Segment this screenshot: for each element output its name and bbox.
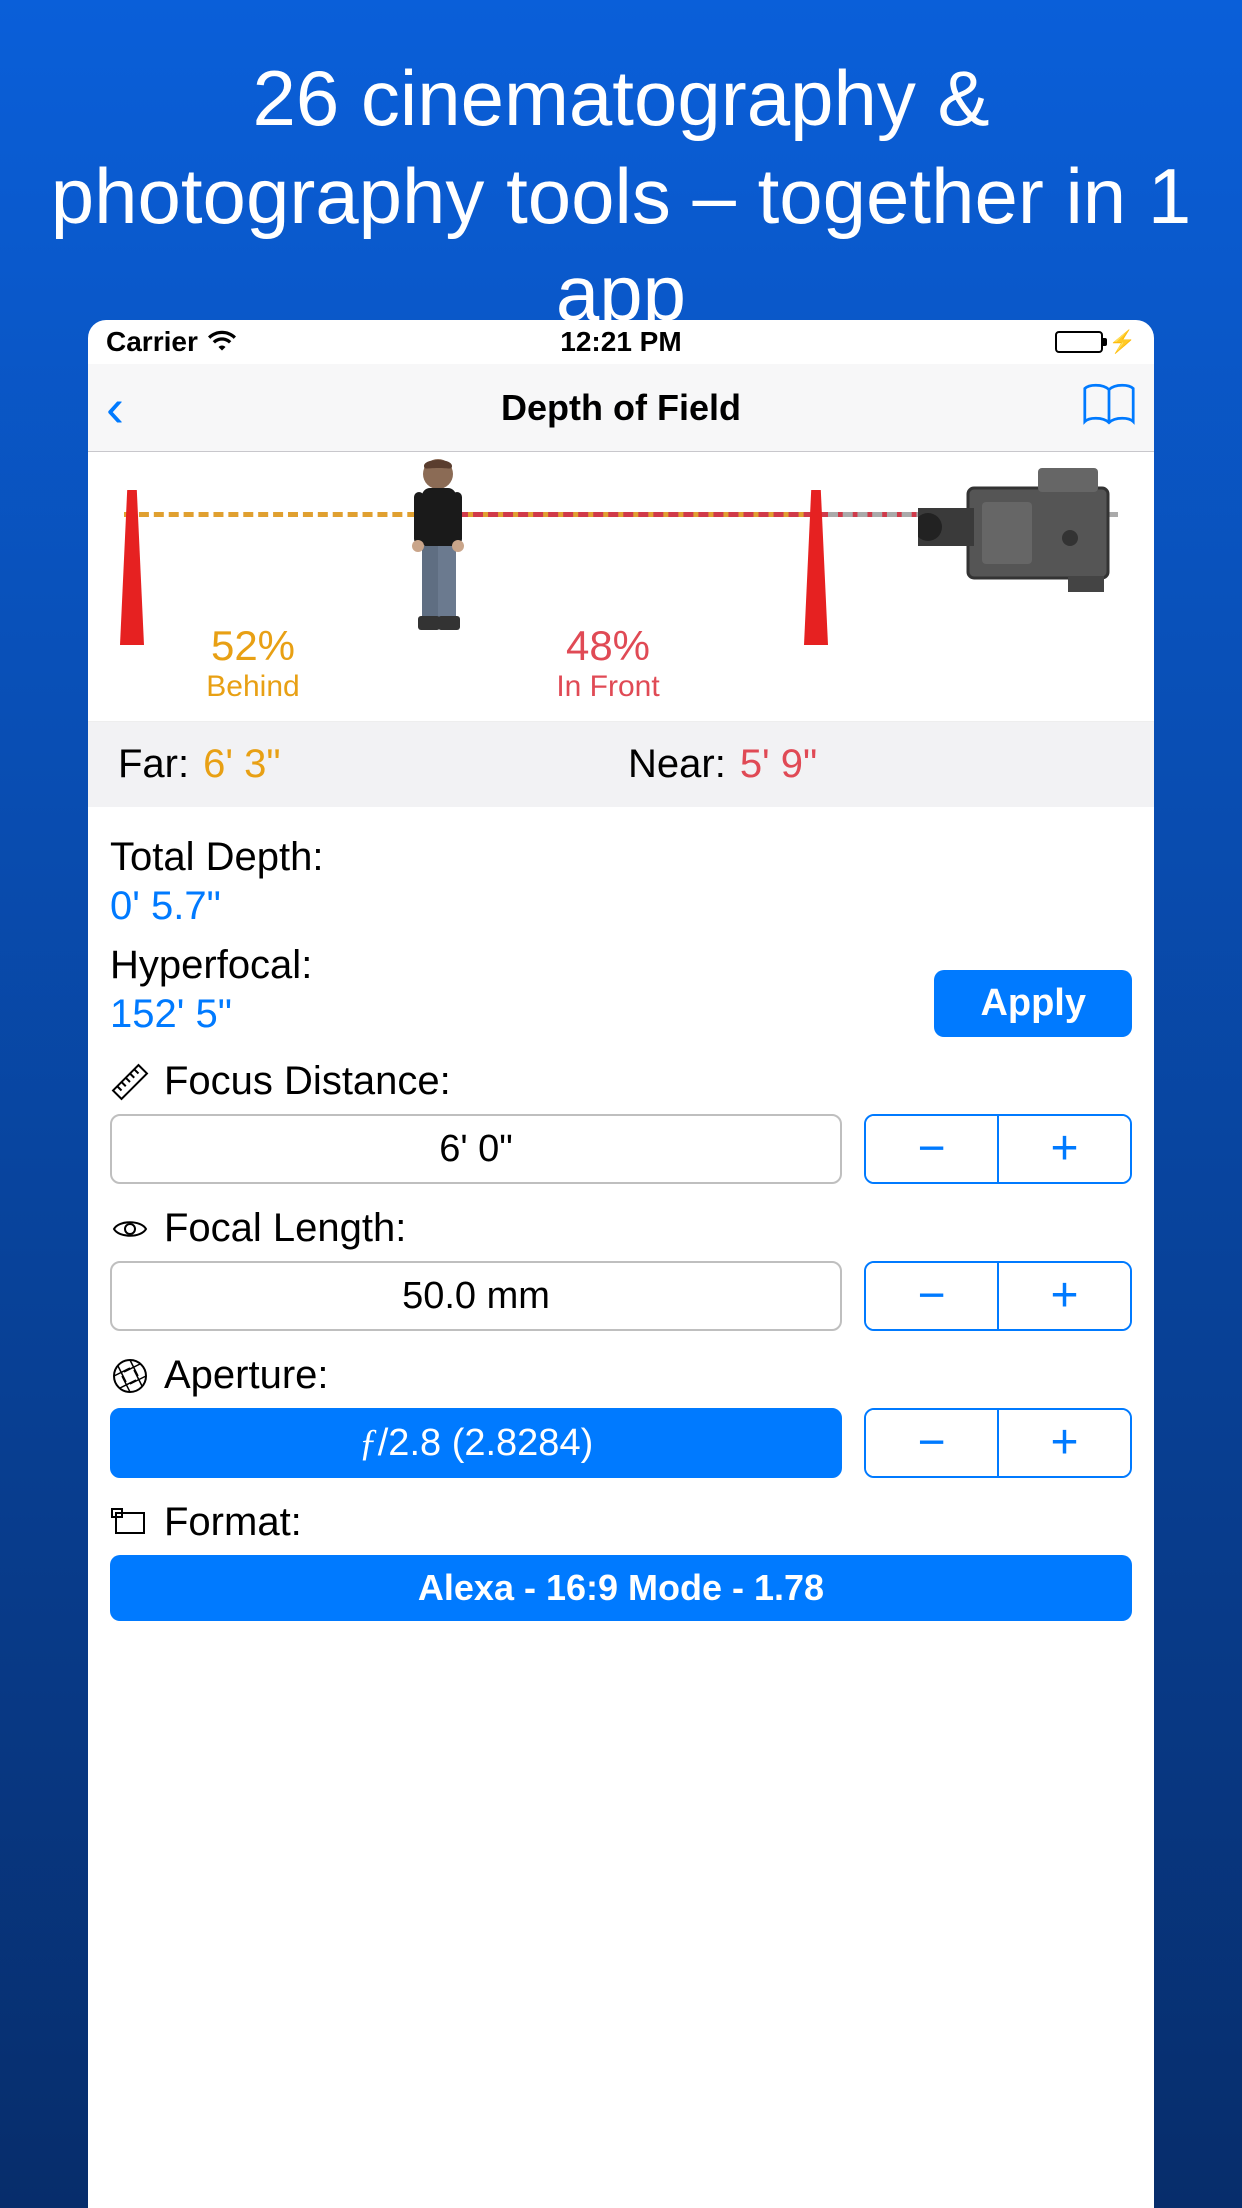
- format-icon: [110, 1503, 150, 1543]
- front-label: In Front: [418, 670, 798, 704]
- focus-distance-minus[interactable]: −: [866, 1116, 999, 1182]
- battery-icon: [1055, 331, 1103, 353]
- aperture-label: Aperture:: [164, 1353, 329, 1398]
- focus-distance-label: Focus Distance:: [164, 1059, 451, 1104]
- focal-length-minus[interactable]: −: [866, 1263, 999, 1329]
- focal-length-input[interactable]: 50.0 mm: [110, 1261, 842, 1331]
- focus-distance-stepper: − +: [864, 1114, 1132, 1184]
- hyperfocal-label: Hyperfocal:: [110, 943, 312, 988]
- focal-length-plus[interactable]: +: [999, 1263, 1130, 1329]
- far-label: Far:: [118, 742, 189, 787]
- focal-length-stepper: − +: [864, 1261, 1132, 1331]
- hyperfocal-value: 152' 5": [110, 992, 312, 1037]
- format-label: Format:: [164, 1500, 302, 1545]
- focus-distance-plus[interactable]: +: [999, 1116, 1130, 1182]
- near-label: Near:: [628, 742, 726, 787]
- aperture-minus[interactable]: −: [866, 1410, 999, 1476]
- charging-icon: ⚡: [1109, 329, 1136, 355]
- aperture-plus[interactable]: +: [999, 1410, 1130, 1476]
- subject-icon: [396, 458, 476, 648]
- status-time: 12:21 PM: [449, 326, 792, 358]
- total-depth-label: Total Depth:: [110, 835, 1132, 880]
- bookmark-icon[interactable]: [1082, 383, 1136, 432]
- camera-icon: [918, 468, 1128, 598]
- aperture-icon: [110, 1356, 150, 1396]
- nav-bar: ‹ Depth of Field: [88, 364, 1154, 452]
- apply-button[interactable]: Apply: [934, 970, 1132, 1037]
- eye-icon: [110, 1209, 150, 1249]
- dof-visualization: 52% Behind 48% In Front: [88, 452, 1154, 722]
- behind-percent: 52%: [88, 622, 418, 670]
- carrier-label: Carrier: [106, 326, 198, 358]
- focus-distance-input[interactable]: 6' 0": [110, 1114, 842, 1184]
- aperture-input[interactable]: ƒ/2.8 (2.8284): [110, 1408, 842, 1478]
- near-value: 5' 9": [740, 742, 817, 787]
- behind-label: Behind: [88, 670, 418, 704]
- format-button[interactable]: Alexa - 16:9 Mode - 1.78: [110, 1555, 1132, 1621]
- near-far-bar: Far: 6' 3" Near: 5' 9": [88, 722, 1154, 807]
- status-bar: Carrier 12:21 PM ⚡: [88, 320, 1154, 364]
- page-title: Depth of Field: [186, 387, 1056, 429]
- aperture-stepper: − +: [864, 1408, 1132, 1478]
- device-frame: Carrier 12:21 PM ⚡ ‹ Depth of Field: [88, 320, 1154, 2208]
- front-percent: 48%: [418, 622, 798, 670]
- wifi-icon: [208, 326, 236, 358]
- far-value: 6' 3": [203, 742, 280, 787]
- ruler-icon: [110, 1062, 150, 1102]
- focal-length-label: Focal Length:: [164, 1206, 406, 1251]
- back-button[interactable]: ‹: [106, 381, 124, 435]
- total-depth-value: 0' 5.7": [110, 884, 1132, 929]
